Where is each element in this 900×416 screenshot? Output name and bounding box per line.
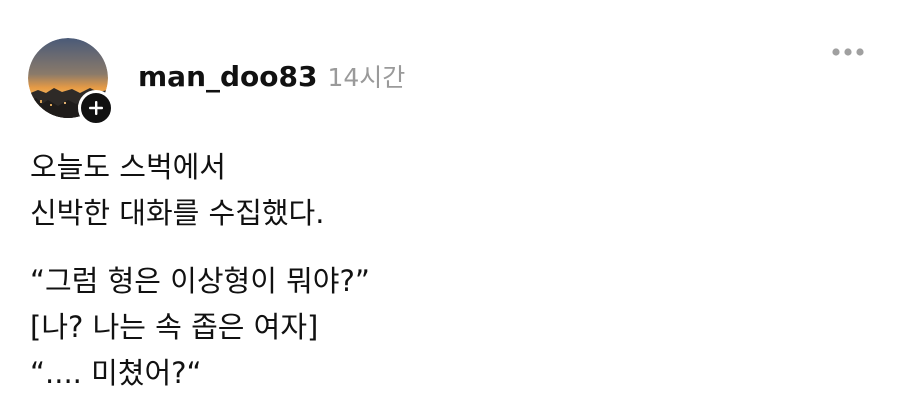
username[interactable]: man_doo83 (138, 60, 317, 93)
follow-button[interactable] (78, 90, 114, 126)
thread-post: man_doo83 14시간 오늘도 스벅에서 신박한 대화를 수집했다. “그… (0, 0, 900, 416)
post-header: man_doo83 14시간 (138, 58, 405, 98)
post-body: 오늘도 스벅에서 신박한 대화를 수집했다. “그럼 형은 이상형이 뭐야?” … (30, 144, 870, 396)
more-options-button[interactable] (826, 38, 870, 66)
post-line: [나? 나는 속 좁은 여자] (30, 310, 319, 344)
post-line: “그럼 형은 이상형이 뭐야?” (30, 264, 370, 298)
post-line: “.... 미쳤어?“ (30, 356, 202, 390)
post-paragraph: 오늘도 스벅에서 신박한 대화를 수집했다. (30, 144, 870, 236)
post-line: 신박한 대화를 수집했다. (30, 196, 325, 230)
post-paragraph: “그럼 형은 이상형이 뭐야?” [나? 나는 속 좁은 여자] “.... 미… (30, 258, 870, 396)
author-avatar[interactable] (28, 38, 114, 126)
plus-icon (89, 101, 103, 115)
post-line: 오늘도 스벅에서 (30, 150, 226, 184)
timestamp: 14시간 (327, 63, 406, 92)
more-horizontal-icon (832, 48, 864, 56)
